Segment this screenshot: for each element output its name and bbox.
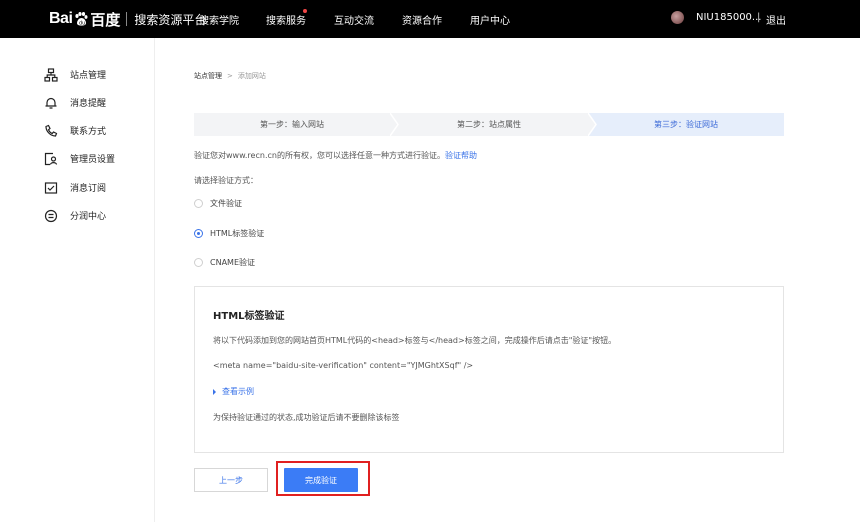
logo-baidu-text: 百度	[90, 10, 121, 29]
sidebar-item-label: 管理员设置	[70, 154, 116, 165]
method-label: HTML标签验证	[210, 228, 265, 238]
radio-button-selected[interactable]	[194, 228, 203, 238]
sidebar-item-site-management[interactable]: 站点管理	[44, 66, 106, 82]
avatar[interactable]	[671, 11, 684, 24]
nav-search-academy[interactable]: 搜索学院	[199, 12, 239, 27]
svg-text:du: du	[79, 21, 85, 27]
radio-button[interactable]	[194, 257, 203, 267]
nav-user-center[interactable]: 用户中心	[470, 12, 510, 27]
top-nav-bar: Bai du 百度 搜索资源平台 搜索学院 搜索服务 互动交流 资源合作 用户中…	[0, 0, 860, 38]
previous-step-button[interactable]: 上一步	[194, 468, 268, 492]
sidebar-item-label: 消息订阅	[70, 183, 107, 194]
radio-button[interactable]	[194, 198, 203, 208]
step-indicator: 第一步：输入网站 第二步：站点属性 第三步：验证网站	[194, 112, 784, 137]
verification-description: 验证您对www.recn.cn的所有权，您可以选择任意一种方式进行验证。验证帮助	[194, 150, 477, 161]
choose-method-label: 请选择验证方式：	[194, 176, 258, 185]
subscribe-icon	[44, 180, 58, 194]
bell-icon	[44, 95, 58, 109]
step-divider-icon	[587, 112, 600, 137]
phone-icon	[44, 123, 58, 137]
breadcrumb-current: 添加网站	[237, 72, 266, 80]
paw-icon: du	[73, 11, 89, 27]
panel-title: HTML标签验证	[213, 311, 285, 322]
description-text: 验证您对www.recn.cn的所有权，您可以选择任意一种方式进行验证。	[194, 151, 445, 160]
method-label: CNAME验证	[210, 257, 255, 267]
step-2: 第二步：站点属性	[390, 113, 588, 136]
caret-right-icon	[213, 388, 216, 395]
nav-search-service[interactable]: 搜索服务	[266, 12, 306, 27]
step-1: 第一步：输入网站	[194, 113, 390, 136]
step-3-active: 第三步：验证网站	[588, 113, 784, 136]
logo-divider	[126, 12, 128, 26]
user-divider: |	[757, 12, 761, 23]
method-label: 文件验证	[210, 198, 242, 208]
nav-resource-cooperation[interactable]: 资源合作	[402, 12, 442, 27]
sidebar-item-notifications[interactable]: 消息提醒	[44, 94, 106, 110]
view-example-label: 查看示例	[222, 387, 254, 396]
nav-interaction[interactable]: 互动交流	[334, 12, 374, 27]
user-name[interactable]: NIU185000...	[696, 12, 761, 23]
sidebar-item-subscription[interactable]: 消息订阅	[44, 179, 106, 195]
sidebar-item-label: 消息提醒	[70, 98, 107, 109]
sidebar: 站点管理 消息提醒 联系方式 管理员设置 消息订阅 分润中心	[0, 38, 155, 522]
html-tag-panel: HTML标签验证 将以下代码添加到您的网站首页HTML代码的<head>标签与<…	[194, 286, 784, 453]
sidebar-item-admin-settings[interactable]: 管理员设置	[44, 150, 115, 166]
admin-icon	[44, 151, 58, 166]
complete-verification-button[interactable]: 完成验证	[284, 468, 358, 492]
method-file-option[interactable]: 文件验证	[194, 197, 242, 209]
verification-help-link[interactable]: 验证帮助	[445, 151, 477, 160]
breadcrumb-site-management[interactable]: 站点管理	[194, 71, 222, 81]
logo-bai-text: Bai	[49, 10, 73, 27]
verification-code[interactable]: <meta name="baidu-site-verification" con…	[213, 361, 473, 370]
sidebar-item-label: 联系方式	[70, 126, 107, 137]
step-divider-icon	[389, 112, 402, 137]
view-example-link[interactable]: 查看示例	[213, 386, 254, 397]
sidebar-item-label: 站点管理	[70, 70, 107, 81]
method-cname-option[interactable]: CNAME验证	[194, 256, 255, 268]
breadcrumb-separator: >	[227, 72, 233, 80]
revenue-icon	[44, 208, 58, 223]
baidu-logo[interactable]: Bai du 百度 搜索资源平台	[49, 9, 206, 29]
panel-note: 为保持验证通过的状态,成功验证后请不要删除该标签	[213, 413, 400, 422]
platform-name: 搜索资源平台	[134, 12, 207, 27]
sidebar-item-revenue[interactable]: 分润中心	[44, 207, 106, 223]
nav-notification-dot	[303, 9, 307, 13]
breadcrumb: 站点管理 > 添加网站	[194, 71, 266, 81]
panel-instruction: 将以下代码添加到您的网站首页HTML代码的<head>标签与</head>标签之…	[213, 336, 617, 345]
logout-link[interactable]: 退出	[766, 12, 786, 27]
sitemap-icon	[44, 67, 58, 82]
method-html-tag-option[interactable]: HTML标签验证	[194, 227, 264, 239]
sidebar-item-contact[interactable]: 联系方式	[44, 122, 106, 138]
sidebar-item-label: 分润中心	[70, 211, 107, 222]
